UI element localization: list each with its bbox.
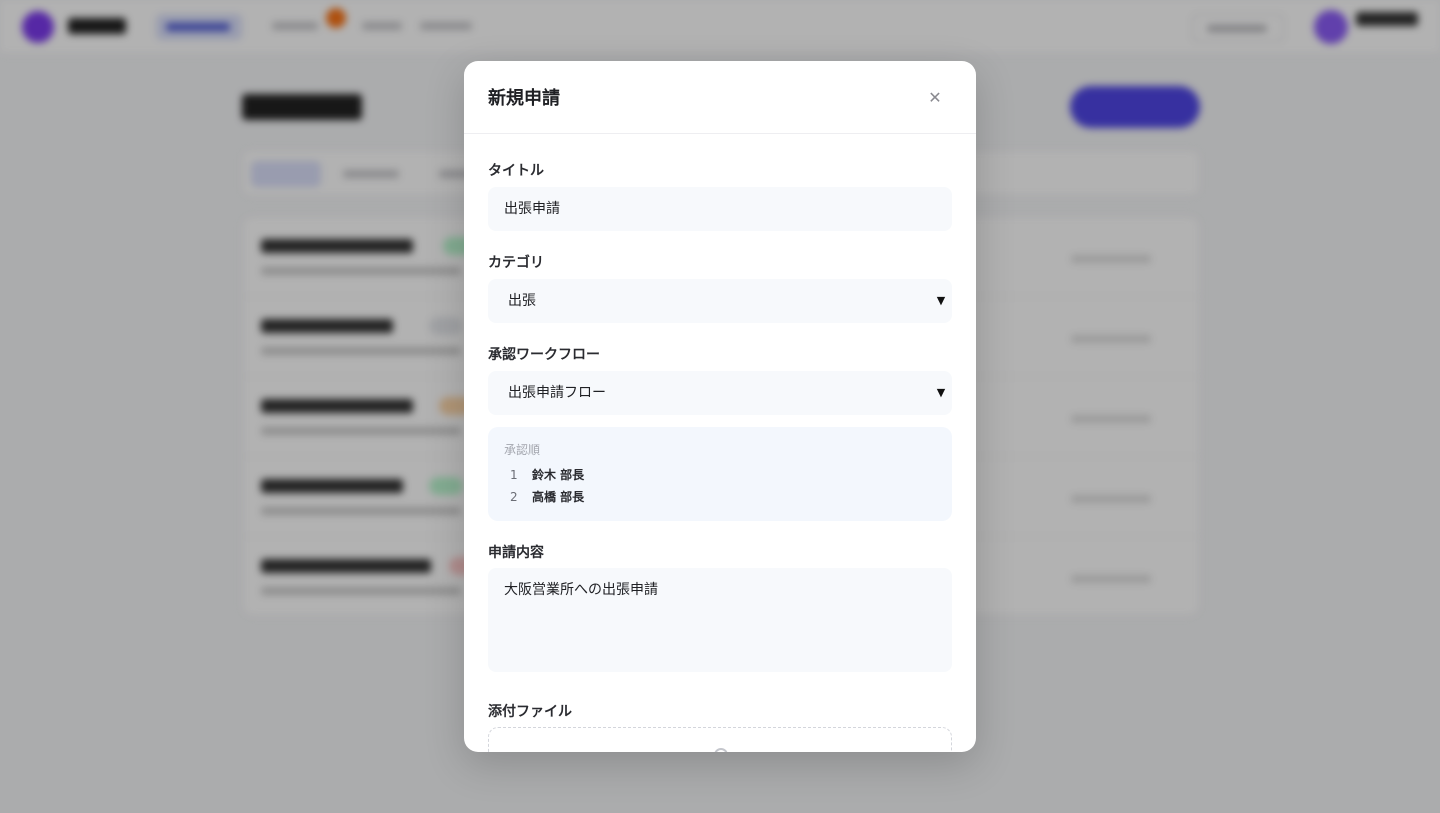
approver-item: 1 鈴木 部長: [510, 466, 584, 483]
approval-order-box: 承認順 1 鈴木 部長 2 高橋 部長: [488, 427, 952, 521]
approval-order-title: 承認順: [504, 443, 541, 457]
approver-order: 1: [510, 468, 518, 482]
modal-body: タイトル 出張申請 カテゴリ 出張 ▼ 承認ワークフロー 出張申請フロー ▼ 承…: [464, 135, 976, 752]
approver-name: 高橋 部長: [532, 490, 585, 504]
content-textarea[interactable]: 大阪営業所への出張申請: [488, 568, 952, 672]
file-dropzone[interactable]: [488, 727, 952, 752]
close-icon[interactable]: ✕: [924, 87, 946, 109]
category-select-value: 出張: [508, 293, 536, 309]
modal-title: 新規申請: [488, 88, 560, 109]
modal-header: 新規申請 ✕: [464, 61, 976, 134]
attachment-label: 添付ファイル: [488, 704, 572, 720]
title-label: タイトル: [488, 163, 544, 179]
category-label: カテゴリ: [488, 255, 544, 271]
upload-icon: [714, 748, 728, 752]
approver-order: 2: [510, 490, 518, 504]
chevron-down-icon: ▼: [936, 294, 946, 307]
category-select[interactable]: 出張 ▼: [488, 279, 952, 323]
new-request-modal: 新規申請 ✕ タイトル 出張申請 カテゴリ 出張 ▼ 承認ワークフロー 出張申請…: [464, 61, 976, 752]
chevron-down-icon: ▼: [936, 386, 946, 399]
content-label: 申請内容: [488, 545, 544, 561]
approver-name: 鈴木 部長: [532, 468, 585, 482]
workflow-select-value: 出張申請フロー: [508, 385, 606, 401]
workflow-select[interactable]: 出張申請フロー ▼: [488, 371, 952, 415]
workflow-label: 承認ワークフロー: [488, 347, 600, 363]
title-input[interactable]: 出張申請: [488, 187, 952, 231]
approver-item: 2 高橋 部長: [510, 488, 584, 505]
